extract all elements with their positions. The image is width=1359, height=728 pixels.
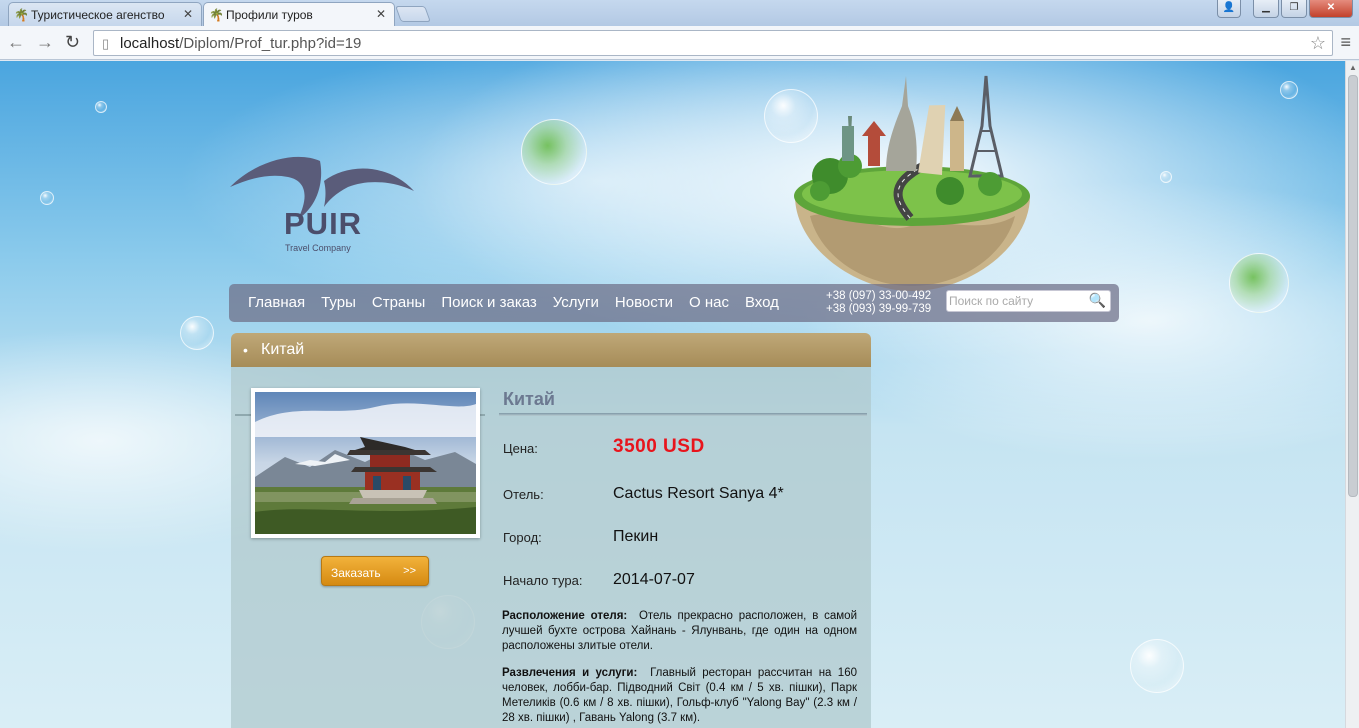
minimize-icon[interactable]: ▁ bbox=[1253, 0, 1279, 18]
tour-content-panel: Заказать >> Китай Цена: 3500 USD Отель: … bbox=[231, 367, 871, 728]
tab-travel-agency[interactable]: 🌴 Туристическое агенство ✕ bbox=[8, 2, 202, 26]
hotel-label: Отель: bbox=[503, 487, 544, 502]
china-pagoda-image bbox=[255, 392, 476, 534]
logo-name: PUIR bbox=[284, 206, 363, 241]
tour-title: Китай bbox=[503, 389, 555, 409]
nav-menu: Главная Туры Страны Поиск и заказ Услуги… bbox=[248, 294, 795, 311]
entertainment-label: Развлечения и услуги: bbox=[502, 667, 638, 679]
scrollbar-thumb[interactable] bbox=[1348, 75, 1358, 497]
city-value: Пекин bbox=[613, 528, 659, 545]
menu-icon[interactable]: ≡ bbox=[1340, 32, 1351, 53]
nav-item-about[interactable]: О нас bbox=[689, 294, 729, 311]
page-scrollbar[interactable]: ▲ bbox=[1345, 61, 1359, 728]
puir-logo[interactable]: PUIR Travel Company bbox=[228, 151, 418, 261]
nav-item-home[interactable]: Главная bbox=[248, 294, 305, 311]
url-path: /Diplom/Prof_tur.php?id=19 bbox=[179, 35, 362, 52]
new-tab-button[interactable] bbox=[395, 6, 431, 22]
bookmark-star-icon[interactable]: ☆ bbox=[1310, 33, 1326, 54]
world-landmarks-illustration bbox=[794, 75, 1030, 291]
main-navbar: Главная Туры Страны Поиск и заказ Услуги… bbox=[229, 284, 1119, 322]
order-button-label: Заказать bbox=[331, 566, 381, 580]
globe-bubble-icon bbox=[1229, 253, 1289, 313]
tour-photo bbox=[251, 388, 480, 538]
tab-title: Профили туров bbox=[226, 8, 313, 22]
section-title: Китай bbox=[261, 341, 305, 358]
close-window-icon[interactable]: ✕ bbox=[1309, 0, 1353, 18]
page-viewport: PUIR Travel Company Главная Туры Страны … bbox=[0, 61, 1345, 728]
palm-favicon-icon: 🌴 bbox=[209, 8, 224, 22]
price-value: 3500 USD bbox=[613, 436, 705, 457]
hotel-location-description: Расположение отеля: Отель прекрасно расп… bbox=[502, 609, 857, 654]
location-label: Расположение отеля: bbox=[502, 610, 628, 622]
site-search: 🔍 bbox=[946, 290, 1111, 312]
hotel-value: Cactus Resort Sanya 4* bbox=[613, 485, 784, 502]
start-date-label: Начало тура: bbox=[503, 573, 583, 588]
window-controls: 👤 ▁ ❐ ✕ bbox=[1217, 0, 1353, 18]
bubble-icon bbox=[1280, 81, 1298, 99]
browser-toolbar: ← → ↻ ▯ localhost/Diplom/Prof_tur.php?id… bbox=[0, 26, 1359, 60]
close-icon[interactable]: ✕ bbox=[183, 7, 193, 21]
nav-item-login[interactable]: Вход bbox=[745, 294, 779, 311]
tab-tour-profiles[interactable]: 🌴 Профили туров ✕ bbox=[203, 2, 395, 26]
entertainment-description: Развлечения и услуги: Главный ресторан р… bbox=[502, 666, 857, 726]
reload-icon[interactable]: ↻ bbox=[65, 32, 80, 53]
user-icon[interactable]: 👤 bbox=[1217, 0, 1241, 18]
search-icon[interactable]: 🔍 bbox=[1089, 292, 1106, 309]
tab-title: Туристическое агенство bbox=[31, 8, 165, 22]
globe-bubble-icon bbox=[521, 119, 587, 185]
order-button[interactable]: Заказать >> bbox=[321, 556, 429, 586]
browser-tabbar: 🌴 Туристическое агенство ✕ 🌴 Профили тур… bbox=[0, 0, 1359, 26]
order-arrows: >> bbox=[403, 565, 416, 577]
bubble-icon bbox=[95, 101, 107, 113]
nav-item-services[interactable]: Услуги bbox=[553, 294, 599, 311]
maximize-icon[interactable]: ❐ bbox=[1281, 0, 1307, 18]
bubble-icon bbox=[1130, 639, 1184, 693]
forward-arrow-icon[interactable]: → bbox=[36, 32, 54, 53]
bubble-icon bbox=[1160, 171, 1172, 183]
section-header: • Китай bbox=[231, 333, 871, 367]
nav-item-search-order[interactable]: Поиск и заказ bbox=[441, 294, 536, 311]
nav-item-countries[interactable]: Страны bbox=[372, 294, 425, 311]
bubble-icon bbox=[180, 316, 214, 350]
title-divider bbox=[499, 413, 867, 416]
palm-favicon-icon: 🌴 bbox=[14, 8, 29, 22]
nav-item-news[interactable]: Новости bbox=[615, 294, 673, 311]
start-date-value: 2014-07-07 bbox=[613, 571, 695, 588]
bubble-icon bbox=[40, 191, 54, 205]
price-label: Цена: bbox=[503, 441, 538, 456]
back-arrow-icon[interactable]: ← bbox=[7, 32, 25, 53]
search-input[interactable] bbox=[947, 291, 1087, 311]
page-icon: ▯ bbox=[102, 36, 110, 51]
url-host: localhost bbox=[120, 35, 180, 52]
bullet-icon: • bbox=[243, 342, 248, 358]
close-icon[interactable]: ✕ bbox=[376, 7, 386, 21]
nav-item-tours[interactable]: Туры bbox=[321, 294, 356, 311]
logo-tagline: Travel Company bbox=[285, 243, 351, 253]
phone-2: +38 (093) 39-99-739 bbox=[826, 303, 932, 315]
address-bar[interactable]: ▯ localhost/Diplom/Prof_tur.php?id=19 ☆ bbox=[93, 30, 1333, 56]
scroll-up-icon[interactable]: ▲ bbox=[1349, 63, 1357, 72]
contact-phones: +38 (097) 33-00-492 +38 (093) 39-99-739 bbox=[826, 290, 931, 316]
phone-1: +38 (097) 33-00-492 bbox=[826, 290, 932, 302]
city-label: Город: bbox=[503, 530, 542, 545]
